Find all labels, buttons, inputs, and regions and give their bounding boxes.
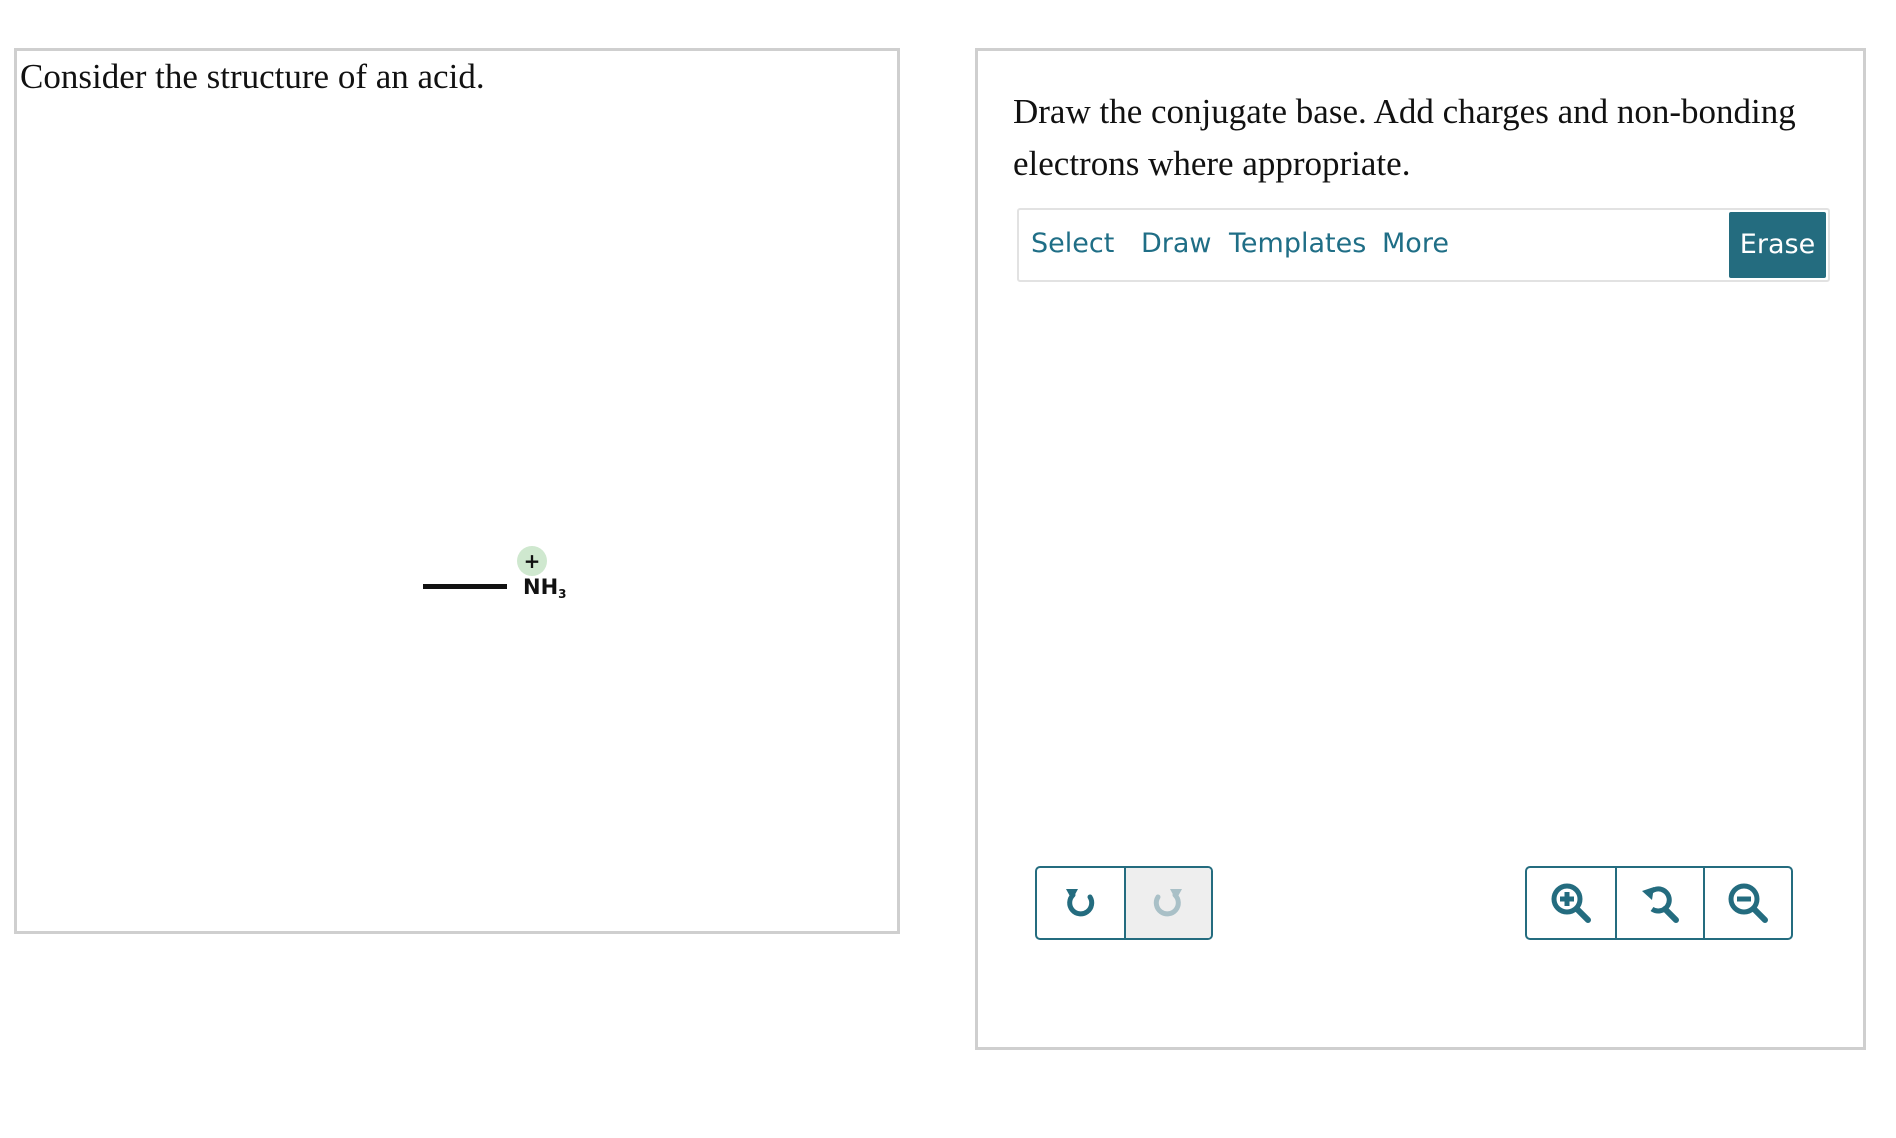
undo-icon [1066, 889, 1095, 917]
zoom-controls [1525, 866, 1793, 940]
zoom-out-button[interactable] [1703, 868, 1791, 938]
redo-icon [1154, 889, 1183, 917]
undo-button[interactable] [1037, 868, 1124, 938]
zoom-in-icon [1551, 883, 1591, 923]
drawing-canvas[interactable] [1017, 286, 1830, 906]
history-controls [1035, 866, 1213, 940]
acid-structure-panel: Consider the structure of an acid. + NH3 [14, 48, 900, 934]
zoom-in-button[interactable] [1527, 868, 1615, 938]
acid-prompt-text: Consider the structure of an acid. [20, 57, 485, 96]
ammonium-atom-label: NH3 [523, 575, 567, 601]
carbon-nitrogen-bond [423, 584, 507, 589]
redo-button[interactable] [1123, 868, 1211, 938]
drawing-toolbar: Select Draw Templates More Erase [1017, 208, 1830, 282]
zoom-reset-button[interactable] [1615, 868, 1703, 938]
tab-select[interactable]: Select [1031, 228, 1114, 259]
atom-subscript: 3 [558, 587, 567, 601]
tab-draw[interactable]: Draw [1141, 228, 1212, 259]
zoom-reset-icon [1642, 886, 1679, 923]
atom-symbol: NH [523, 575, 559, 599]
tab-more[interactable]: More [1382, 228, 1449, 259]
tab-templates[interactable]: Templates [1229, 228, 1366, 259]
acid-molecule: + NH3 [403, 495, 603, 601]
drawing-panel: Draw the conjugate base. Add charges and… [975, 48, 1866, 1050]
positive-charge-badge: + [517, 546, 547, 576]
question-text: Draw the conjugate base. Add charges and… [1013, 92, 1796, 183]
zoom-out-icon [1728, 883, 1768, 923]
erase-button[interactable]: Erase [1729, 212, 1826, 278]
